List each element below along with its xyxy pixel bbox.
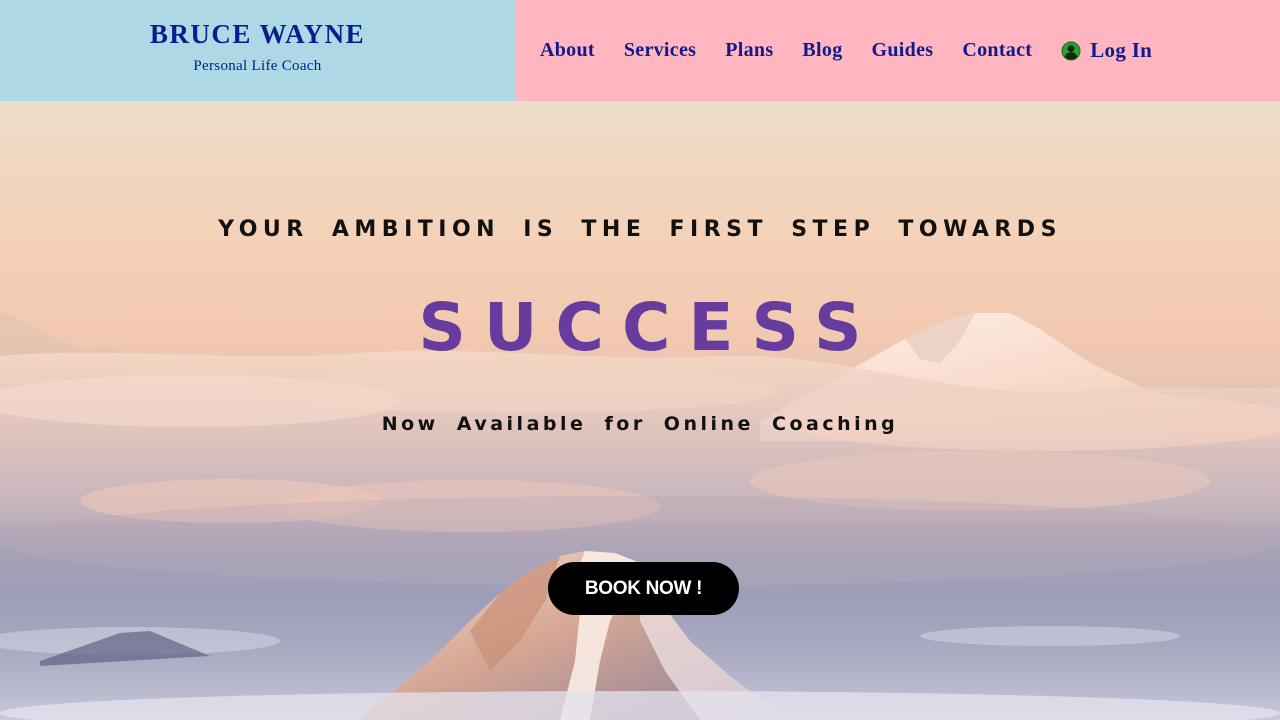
- brand-tagline: Personal Life Coach: [193, 58, 322, 74]
- site-header: BRUCE WAYNE Personal Life Coach About Se…: [0, 0, 1280, 101]
- login-label: Log In: [1090, 38, 1153, 62]
- nav-item-contact[interactable]: Contact: [962, 39, 1032, 62]
- nav-item-plans[interactable]: Plans: [725, 39, 773, 62]
- nav-item-blog[interactable]: Blog: [802, 39, 842, 62]
- hero-headline: YOUR AMBITION IS THE FIRST STEP TOWARDS: [218, 217, 1062, 242]
- nav-item-services[interactable]: Services: [624, 39, 696, 62]
- book-now-button[interactable]: BOOK NOW !: [548, 562, 739, 615]
- nav-item-guides[interactable]: Guides: [872, 39, 934, 62]
- user-circle-icon: [1061, 41, 1081, 61]
- main-nav: About Services Plans Blog Guides Contact…: [515, 0, 1280, 101]
- brand-block[interactable]: BRUCE WAYNE Personal Life Coach: [0, 0, 515, 101]
- hero-section: YOUR AMBITION IS THE FIRST STEP TOWARDS …: [0, 101, 1280, 720]
- hero-subline: Now Available for Online Coaching: [381, 413, 899, 435]
- hero-highlight: SUCCESS: [418, 289, 880, 366]
- nav-item-about[interactable]: About: [540, 39, 595, 62]
- brand-name[interactable]: BRUCE WAYNE: [150, 18, 365, 50]
- login-link[interactable]: Log In: [1061, 38, 1152, 63]
- hero-content: YOUR AMBITION IS THE FIRST STEP TOWARDS …: [0, 101, 1280, 720]
- page: BRUCE WAYNE Personal Life Coach About Se…: [0, 0, 1280, 720]
